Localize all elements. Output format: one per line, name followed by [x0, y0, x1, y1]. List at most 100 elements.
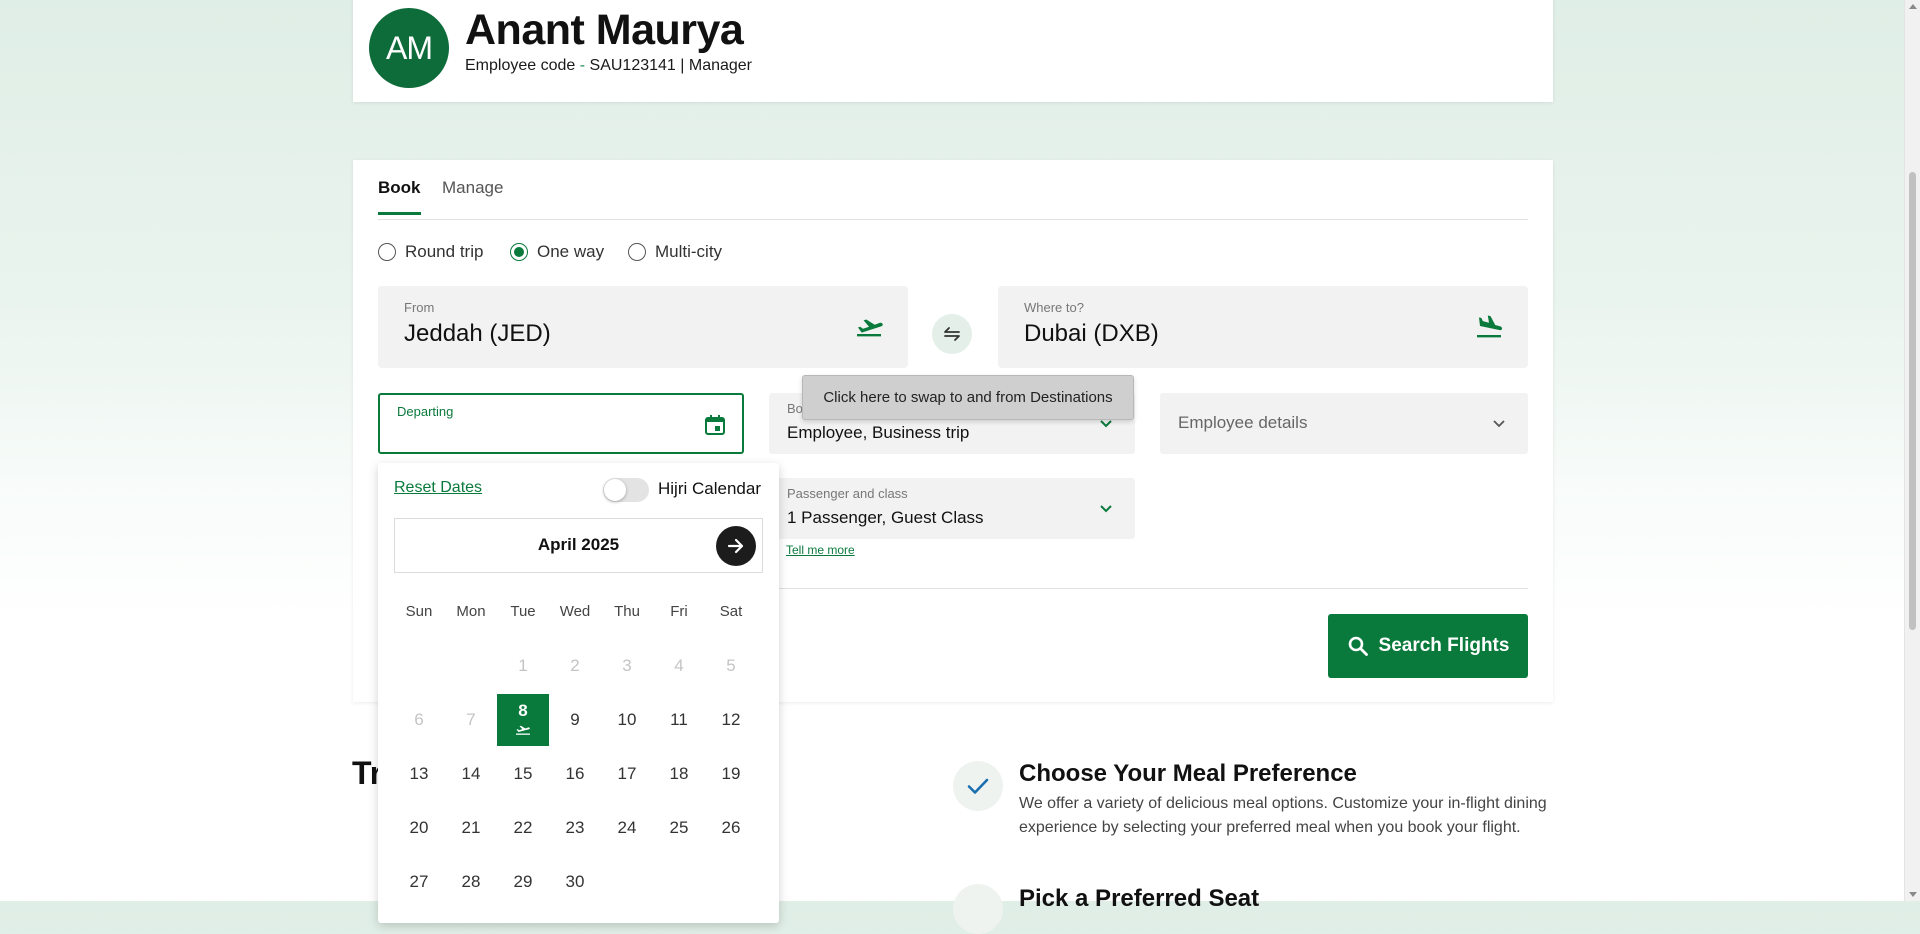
swap-arrows-icon — [944, 327, 960, 341]
calendar-day[interactable]: 13 — [393, 748, 445, 800]
weekday-label: Sat — [719, 603, 743, 620]
swap-tooltip: Click here to swap to and from Destinati… — [802, 375, 1134, 420]
landing-icon — [1477, 315, 1503, 338]
calendar-day[interactable]: 29 — [497, 856, 549, 908]
scrollbar-thumb[interactable] — [1909, 172, 1916, 630]
calendar-day: 7 — [466, 710, 476, 729]
hijri-calendar-toggle[interactable] — [603, 478, 649, 502]
chevron-down-icon — [1100, 505, 1112, 513]
search-flights-label: Search Flights — [1378, 635, 1510, 656]
calendar-day: 1 — [518, 656, 528, 675]
hijri-calendar-label: Hijri Calendar — [658, 479, 761, 498]
swap-destinations-button[interactable] — [932, 314, 972, 354]
calendar-day[interactable]: 11 — [653, 694, 705, 746]
search-icon — [1348, 636, 1368, 656]
toggle-knob — [604, 479, 626, 501]
avatar: AM — [369, 8, 449, 88]
to-label: Where to? — [1024, 300, 1084, 315]
employee-code-value: SAU123141 — [589, 57, 676, 74]
scrollbar[interactable] — [1904, 0, 1920, 901]
radio-multi-city[interactable]: Multi-city — [628, 242, 722, 262]
reset-dates-link[interactable]: Reset Dates — [394, 479, 482, 497]
weekday-label: Sun — [405, 603, 433, 620]
to-field[interactable]: Where to? Dubai (DXB) — [998, 286, 1528, 368]
tab-book[interactable]: Book — [378, 178, 421, 215]
weekday-label: Fri — [670, 603, 688, 620]
role-separator: | — [675, 57, 689, 74]
day-number: 8 — [518, 701, 528, 720]
takeoff-icon — [857, 319, 883, 337]
passenger-class-select[interactable]: Passenger and class 1 Passenger, Guest C… — [769, 478, 1135, 539]
weekday-label: Thu — [614, 603, 640, 620]
calendar-day[interactable]: 10 — [601, 694, 653, 746]
meal-preference-text: We offer a variety of delicious meal opt… — [1019, 795, 1547, 836]
calendar-day[interactable]: 25 — [653, 802, 705, 854]
from-label: From — [404, 300, 435, 315]
calendar-day[interactable]: 22 — [497, 802, 549, 854]
departing-date-field[interactable]: Departing — [378, 393, 744, 454]
calendar-day-selected[interactable]: 8 — [497, 694, 549, 746]
calendar-day: 5 — [726, 656, 736, 675]
from-field[interactable]: From Jeddah (JED) — [378, 286, 908, 368]
calendar-day[interactable]: 17 — [601, 748, 653, 800]
employee-details-placeholder: Employee details — [1178, 413, 1308, 432]
calendar-day[interactable]: 19 — [705, 748, 757, 800]
radio-circle — [628, 243, 646, 261]
calendar-day[interactable]: 18 — [653, 748, 705, 800]
calendar-day: 4 — [674, 656, 684, 675]
employee-role: Manager — [688, 57, 753, 74]
weekday-label: Mon — [456, 603, 486, 620]
chevron-down-icon — [1493, 420, 1505, 428]
radio-label: Round trip — [405, 242, 484, 261]
arrow-right-icon — [727, 538, 744, 554]
calendar-day: 2 — [570, 656, 580, 675]
seat-preference-title: Pick a Preferred Seat — [1019, 885, 1260, 912]
calendar-day[interactable]: 20 — [393, 802, 445, 854]
calendar-day[interactable]: 30 — [549, 856, 601, 908]
employee-details-select[interactable]: Employee details — [1160, 393, 1528, 454]
radio-one-way[interactable]: One way — [510, 242, 604, 262]
calendar-day[interactable]: 26 — [705, 802, 757, 854]
calendar-day[interactable]: 16 — [549, 748, 601, 800]
profile-name: Anant Maurya — [465, 6, 744, 54]
tab-bar: Book Manage — [378, 160, 1528, 220]
next-month-button[interactable] — [716, 526, 756, 566]
calendar-day[interactable]: 21 — [445, 802, 497, 854]
calendar-day[interactable]: 24 — [601, 802, 653, 854]
radio-circle — [378, 243, 396, 261]
booking-type-label: Bo — [787, 401, 803, 416]
chevron-down-icon — [1100, 420, 1112, 428]
scroll-up-arrow[interactable] — [1909, 4, 1917, 9]
tell-me-more-link[interactable]: Tell me more — [786, 543, 855, 557]
employee-code-separator: - — [575, 57, 590, 74]
weekday-label: Tue — [510, 603, 536, 620]
departure-plane-icon — [516, 725, 530, 735]
check-badge — [953, 761, 1003, 811]
scroll-down-arrow[interactable] — [1909, 892, 1917, 897]
calendar-day: 6 — [414, 710, 424, 729]
employee-code-label: Employee code — [465, 57, 576, 74]
radio-label: One way — [537, 242, 605, 261]
employee-info: Employee code - SAU123141 | Manager — [465, 57, 752, 75]
to-value: Dubai (DXB) — [1024, 320, 1159, 347]
month-header: April 2025 — [394, 518, 763, 573]
check-badge — [953, 884, 1003, 934]
calendar-day[interactable]: 23 — [549, 802, 601, 854]
calendar-day[interactable]: 15 — [497, 748, 549, 800]
departing-label: Departing — [397, 404, 454, 419]
from-value: Jeddah (JED) — [404, 320, 551, 347]
weekday-label: Wed — [559, 603, 591, 620]
radio-label: Multi-city — [655, 242, 723, 261]
calendar-day[interactable]: 9 — [549, 694, 601, 746]
calendar-day[interactable]: 27 — [393, 856, 445, 908]
check-icon — [967, 778, 989, 794]
radio-circle — [510, 243, 528, 261]
meal-preference-title: Choose Your Meal Preference — [1019, 760, 1357, 787]
calendar-day[interactable]: 14 — [445, 748, 497, 800]
calendar-day[interactable]: 12 — [705, 694, 757, 746]
tab-manage[interactable]: Manage — [442, 178, 503, 212]
radio-round-trip[interactable]: Round trip — [378, 242, 483, 262]
month-label: April 2025 — [537, 535, 620, 554]
calendar-day[interactable]: 28 — [445, 856, 497, 908]
search-flights-button[interactable]: Search Flights — [1328, 614, 1528, 678]
